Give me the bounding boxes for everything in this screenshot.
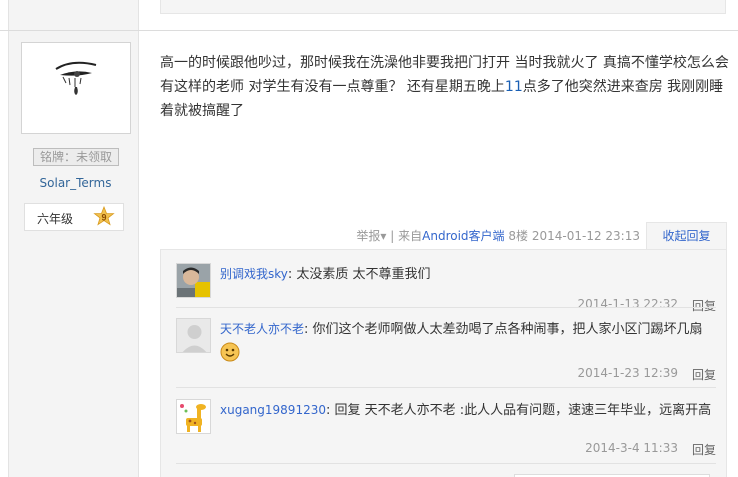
comment-body: xugang19891230: 回复 天不老人亦不老 :此人人品有问题，速速三年… (220, 399, 715, 422)
comment-user-link[interactable]: 别调戏我sky (220, 267, 288, 281)
level-label: 六年级 (37, 212, 74, 226)
comment-user-link[interactable]: 天不老人亦不老 (220, 322, 304, 336)
username-link[interactable]: Solar_Terms (10, 176, 141, 190)
report-button[interactable]: 举报▾ (356, 229, 386, 243)
level-number: 9 (101, 213, 106, 223)
comment-divider (176, 387, 716, 388)
comment-text: : 回复 天不老人亦不老 :此人人品有问题，速速三年毕业，远离开高 (325, 403, 712, 418)
user-avatar[interactable] (21, 42, 131, 134)
user-level-box[interactable]: 六年级 9 (24, 203, 124, 231)
smiley-emoji-icon (220, 342, 240, 361)
giraffe-avatar-icon (177, 400, 210, 433)
floor-number: 8楼 (508, 229, 529, 243)
comment-reply-button[interactable]: 回复 (692, 366, 716, 383)
comment-time: 2014-1-13 22:32 (577, 297, 679, 311)
comment-time: 2014-3-4 11:33 (585, 441, 678, 455)
comment-divider (176, 307, 716, 308)
comment-text: : 太没素质 太不尊重我们 (287, 267, 431, 282)
comment-divider (176, 463, 716, 464)
comment-item: xugang19891230: 回复 天不老人亦不老 :此人人品有问题，速速三年… (176, 399, 716, 459)
source-prefix: 来自 (398, 229, 423, 243)
user-photo-icon (177, 264, 210, 297)
comment-body: 别调戏我sky: 太没素质 太不尊重我们 (220, 263, 715, 286)
comment-body: 天不老人亦不老: 你们这个老师啊做人太差劲喝了点各种闹事，把人家小区门踢坏几扇 (220, 318, 715, 363)
chevron-down-icon: ▾ (380, 229, 387, 243)
post-text-highlight: 11 (504, 79, 523, 95)
floor-divider (0, 30, 738, 31)
previous-post-box (160, 0, 726, 14)
comment-text: : 你们这个老师啊做人太差劲喝了点各种闹事，把人家小区门踢坏几扇 (304, 322, 703, 337)
default-avatar-icon (177, 319, 210, 352)
collapse-replies-button[interactable]: 收起回复 (646, 222, 727, 250)
comment-reply-button[interactable]: 回复 (692, 441, 716, 458)
comment-panel: 别调戏我sky: 太没素质 太不尊重我们 2014-1-13 22:32 回复 … (160, 249, 727, 477)
comment-reply-button[interactable]: 回复 (692, 297, 716, 314)
android-client-link[interactable]: Android客户端 (422, 229, 504, 243)
comment-avatar[interactable] (176, 399, 211, 434)
comment-user-link[interactable]: xugang19891230 (220, 403, 326, 417)
star-badge-icon: 9 (93, 206, 115, 226)
comment-item: 别调戏我sky: 太没素质 太不尊重我们 2014-1-13 22:32 回复 (176, 263, 716, 313)
badge-claim-button[interactable]: 铭牌：未领取 (33, 148, 119, 166)
post-content: 高一的时候跟他吵过，那时候我在洗澡他非要我把门打开 当时我就火了 真搞不懂学校怎… (160, 51, 730, 123)
post-meta-bar: 举报▾ | 来自Android客户端 8楼 2014-01-12 23:13 (356, 227, 640, 244)
comment-time: 2014-1-23 12:39 (577, 366, 679, 380)
avatar-drawing-icon (22, 43, 130, 133)
comment-avatar[interactable] (176, 263, 211, 298)
comment-item: 天不老人亦不老: 你们这个老师啊做人太差劲喝了点各种闹事，把人家小区门踢坏几扇 … (176, 318, 716, 382)
comment-avatar[interactable] (176, 318, 211, 353)
post-datetime: 2014-01-12 23:13 (531, 229, 640, 243)
meta-separator: | (390, 229, 395, 243)
